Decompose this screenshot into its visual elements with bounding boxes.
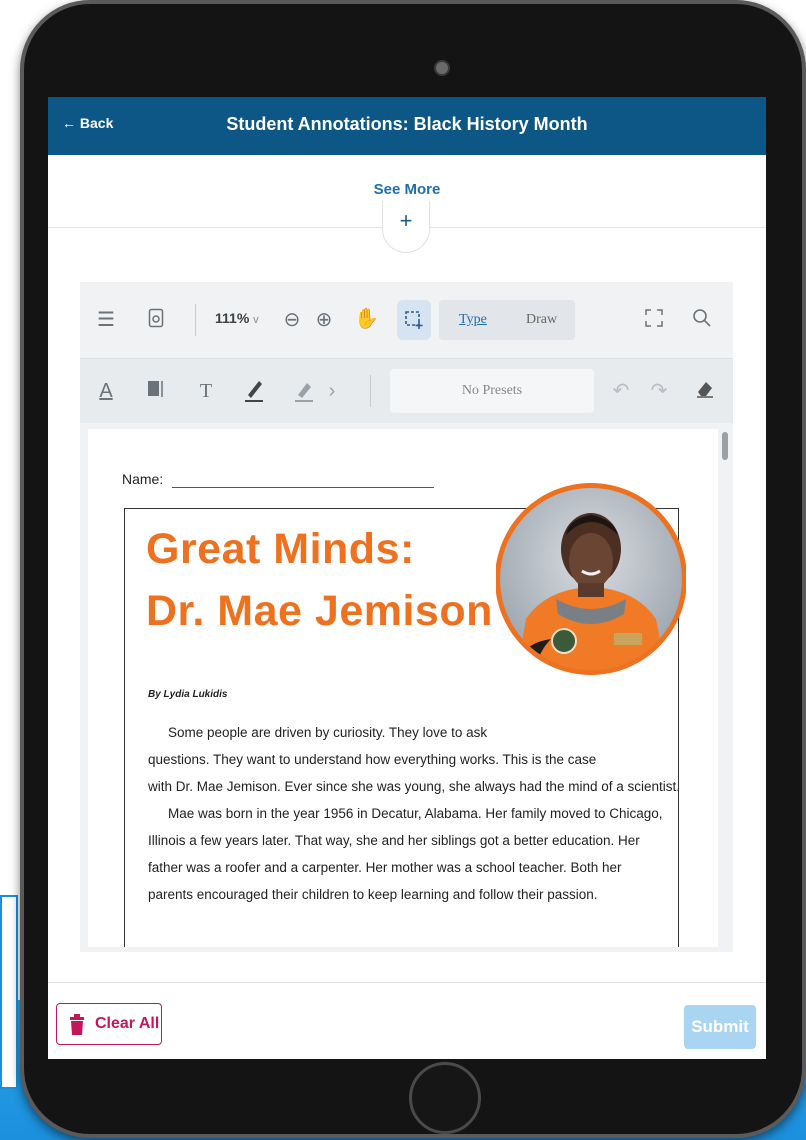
chevron-right-icon[interactable]: › xyxy=(324,379,340,403)
document-viewer: ☰ 111% v ⊖ ⊕ ✋ Type Draw A T › No Preset… xyxy=(80,282,733,952)
zoom-out-icon[interactable]: ⊖ xyxy=(280,308,304,332)
page-title: Student Annotations: Black History Month xyxy=(226,114,588,134)
home-button[interactable] xyxy=(409,1062,481,1134)
page-settings-icon[interactable] xyxy=(144,308,168,334)
pen-icon[interactable] xyxy=(290,377,318,409)
document-page[interactable]: Name: Great Minds: Dr. Mae Jemison By Ly… xyxy=(88,429,718,947)
area-select-button[interactable] xyxy=(397,300,431,340)
camera-icon xyxy=(434,60,450,76)
text-tool-icon[interactable]: T xyxy=(194,379,218,403)
toolbar-divider xyxy=(370,375,371,407)
scrollbar[interactable] xyxy=(722,432,728,460)
tab-draw[interactable]: Draw xyxy=(526,312,557,328)
type-draw-toggle: Type Draw xyxy=(439,300,575,340)
paragraph-line: with Dr. Mae Jemison. Ever since she was… xyxy=(148,779,680,794)
highlighter-icon[interactable] xyxy=(240,377,268,409)
presets-dropdown[interactable]: No Presets xyxy=(390,369,594,413)
app-screen: ← Back Student Annotations: Black Histor… xyxy=(48,97,766,1059)
zoom-select[interactable]: 111% v xyxy=(215,310,259,326)
paragraph-line: Illinois a few years later. That way, sh… xyxy=(148,833,640,848)
paragraph-line: Some people are driven by curiosity. The… xyxy=(168,725,488,740)
pan-hand-icon[interactable]: ✋ xyxy=(354,307,379,331)
toolbar-divider xyxy=(195,304,196,336)
viewer-toolbar: ☰ 111% v ⊖ ⊕ ✋ Type Draw xyxy=(80,282,733,359)
paragraph-line: father was a roofer and a carpenter. Her… xyxy=(148,860,622,875)
zoom-level: 111% xyxy=(215,310,250,326)
name-line xyxy=(172,487,434,488)
undo-icon[interactable]: ↶ xyxy=(610,379,632,403)
text-color-icon[interactable]: A xyxy=(94,379,118,403)
redo-icon[interactable]: ↷ xyxy=(648,379,670,403)
article-title-line1: Great Minds: xyxy=(146,525,415,573)
annotation-toolbar: A T › No Presets ↶ ↷ xyxy=(80,359,733,423)
clear-all-button[interactable]: Clear All xyxy=(56,1003,162,1045)
search-icon[interactable] xyxy=(690,308,714,334)
paragraph-line: parents encouraged their children to kee… xyxy=(148,887,598,902)
article-title-line2: Dr. Mae Jemison xyxy=(146,587,493,635)
tab-type[interactable]: Type xyxy=(459,312,487,328)
text-box-icon[interactable] xyxy=(144,379,168,405)
plus-icon: + xyxy=(399,208,413,233)
background-frame xyxy=(0,895,18,1089)
eraser-icon[interactable] xyxy=(694,379,716,405)
menu-icon[interactable]: ☰ xyxy=(94,308,118,332)
expand-toggle[interactable]: + xyxy=(382,201,430,253)
paragraph-line: questions. They want to understand how e… xyxy=(148,752,597,767)
astronaut-portrait xyxy=(496,483,686,675)
name-label: Name: xyxy=(122,471,164,487)
article-byline: By Lydia Lukidis xyxy=(148,689,228,700)
area-select-icon xyxy=(405,311,423,329)
top-bar: ← Back Student Annotations: Black Histor… xyxy=(48,97,766,155)
zoom-in-icon[interactable]: ⊕ xyxy=(312,308,336,332)
chevron-down-icon: v xyxy=(253,314,259,326)
trash-icon xyxy=(70,1014,84,1035)
footer-bar: Clear All Submit xyxy=(48,982,766,1059)
clear-all-label: Clear All xyxy=(95,1015,160,1032)
see-more-link[interactable]: See More xyxy=(48,181,766,198)
paragraph-line: Mae was born in the year 1956 in Decatur… xyxy=(168,806,663,821)
fullscreen-icon[interactable] xyxy=(642,308,666,334)
submit-button[interactable]: Submit xyxy=(684,1005,756,1049)
